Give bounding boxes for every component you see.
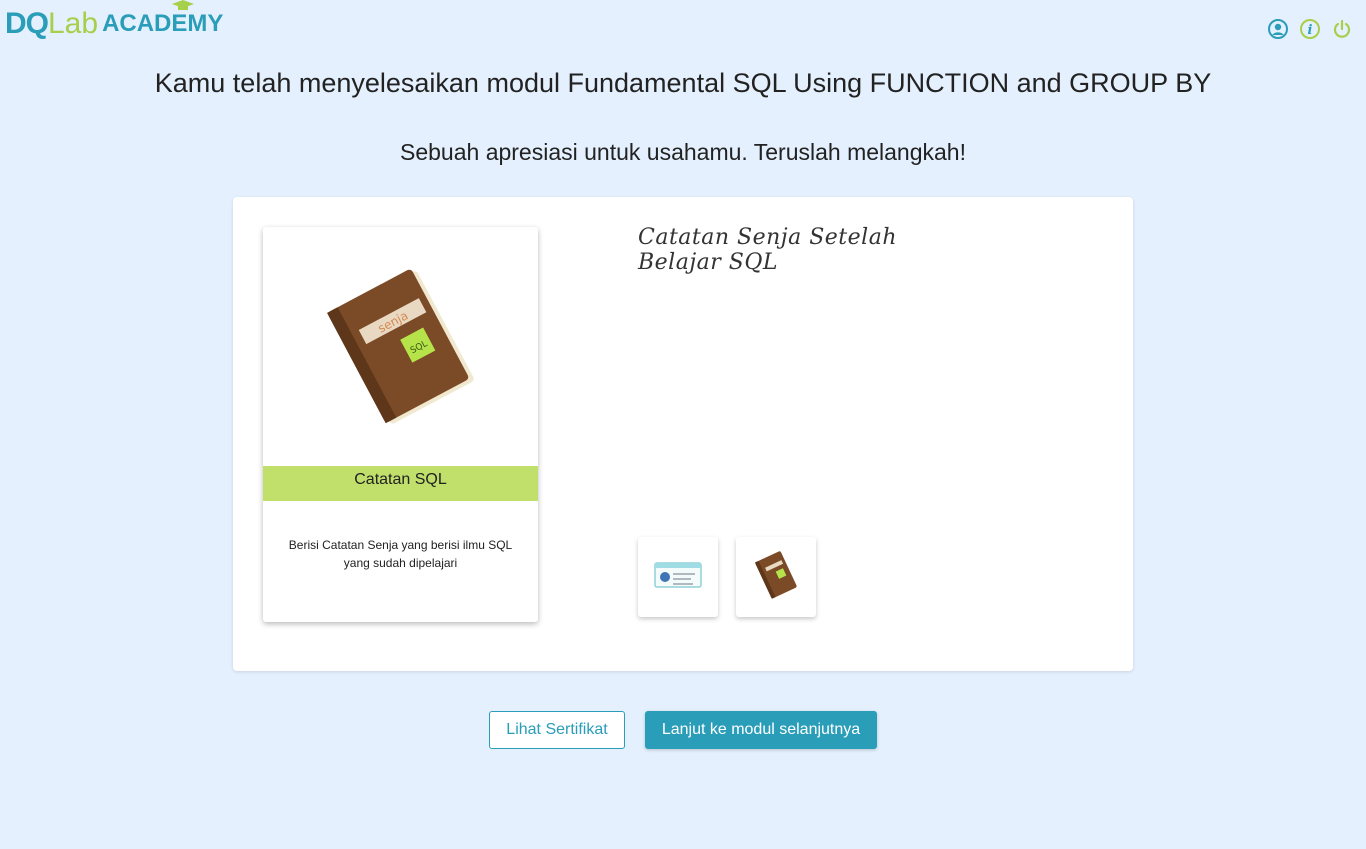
book-icon: senja SQL <box>327 269 474 424</box>
reward-card-label: Catatan SQL <box>263 466 538 501</box>
brand-logo[interactable]: DQ Lab ACADEMY <box>5 0 224 40</box>
power-icon[interactable] <box>1332 19 1352 39</box>
info-icon[interactable]: i <box>1300 19 1320 39</box>
header-actions: i <box>1268 19 1352 39</box>
logo-academy-text: ACADEMY <box>102 0 224 40</box>
notes-title: Catatan Senja Setelah Belajar SQL <box>638 225 897 275</box>
logo-lab-text: Lab <box>48 7 99 40</box>
user-icon[interactable] <box>1268 19 1288 39</box>
reward-panel: senja SQL Catatan SQL Berisi Catatan Sen… <box>233 197 1133 671</box>
book-small-icon <box>754 551 797 599</box>
completion-subtitle: Sebuah apresiasi untuk usahamu. Teruslah… <box>400 139 966 165</box>
view-certificate-button[interactable]: Lihat Sertifikat <box>489 711 625 749</box>
completion-title: Kamu telah menyelesaikan modul Fundament… <box>154 68 1212 98</box>
reward-card-description: Berisi Catatan Senja yang berisi ilmu SQ… <box>288 538 513 570</box>
certificate-thumbnail[interactable] <box>638 537 718 617</box>
svg-text:i: i <box>1308 23 1313 38</box>
graduation-cap-icon <box>172 0 195 10</box>
logo-academy-label: ACADEMY <box>102 10 224 37</box>
logo-dq-text: DQ <box>5 7 49 40</box>
next-module-button[interactable]: Lanjut ke modul selanjutnya <box>645 711 877 749</box>
book-thumbnail[interactable] <box>736 537 816 617</box>
certificate-icon <box>654 562 702 588</box>
reward-card: senja SQL Catatan SQL Berisi Catatan Sen… <box>263 227 538 622</box>
